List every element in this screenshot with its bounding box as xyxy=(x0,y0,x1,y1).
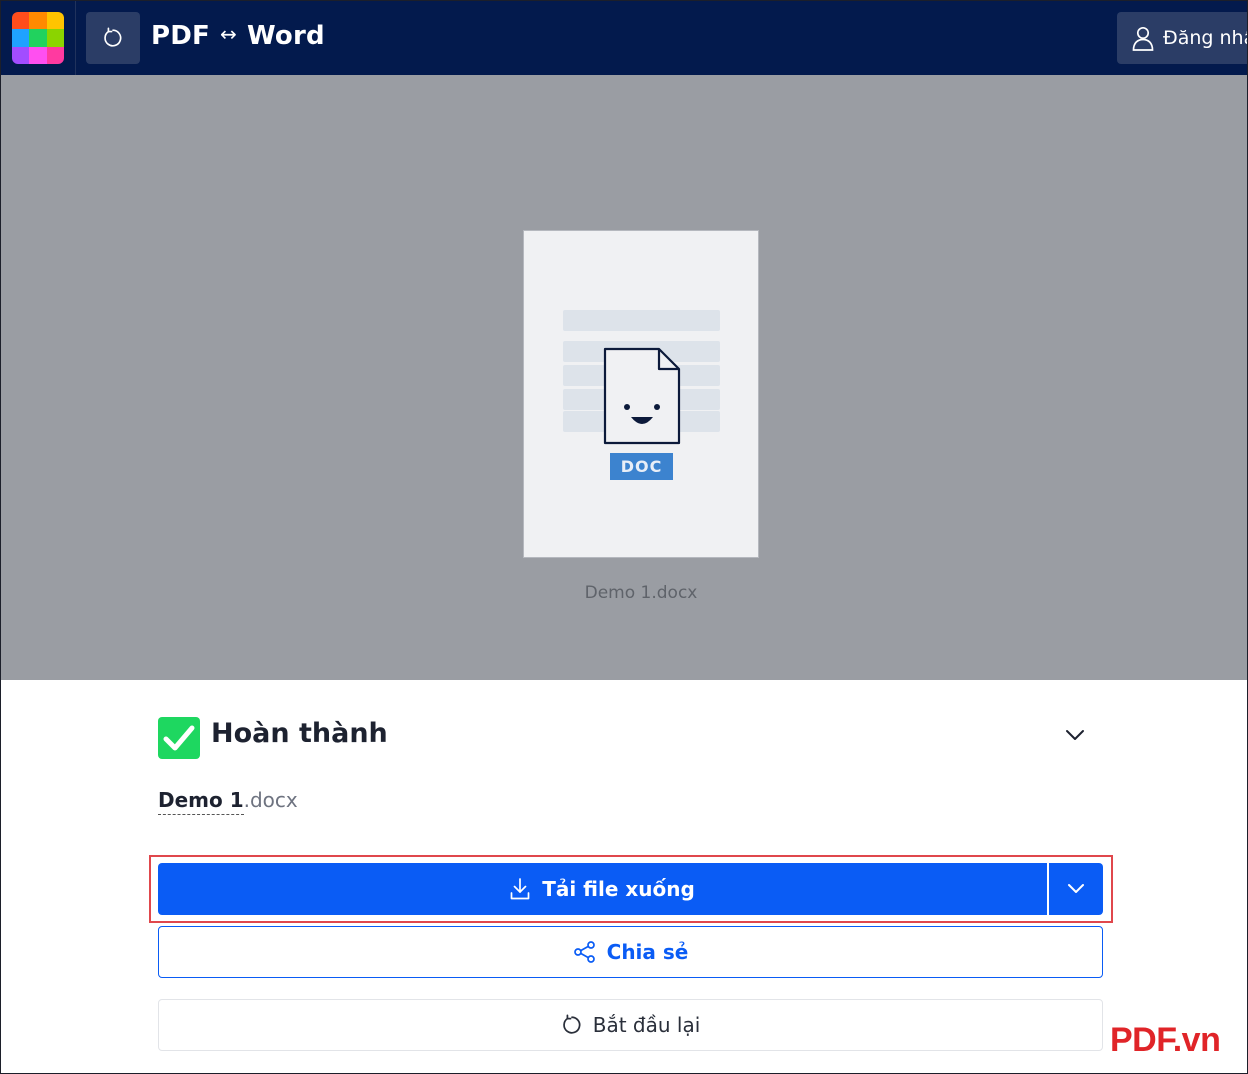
title-to: Word xyxy=(246,21,325,51)
app-logo[interactable] xyxy=(12,12,64,64)
share-icon xyxy=(573,941,595,963)
app-window: PDF ↔ Word Đăng nhập DOC xyxy=(0,0,1248,1074)
download-button[interactable]: Tải file xuống xyxy=(158,863,1047,915)
output-filename[interactable]: Demo 1.docx xyxy=(158,788,298,815)
share-label: Chia sẻ xyxy=(606,940,689,964)
back-button[interactable] xyxy=(86,12,140,64)
restart-button[interactable]: Bắt đầu lại xyxy=(158,999,1103,1051)
top-bar: PDF ↔ Word Đăng nhập xyxy=(1,1,1247,75)
watermark-logo: PDF.vn xyxy=(1110,1021,1221,1059)
logo-tile xyxy=(29,29,47,47)
download-label: Tải file xuống xyxy=(542,877,695,901)
logo-tile xyxy=(29,12,47,30)
page-title: PDF ↔ Word xyxy=(151,21,325,51)
download-options-button[interactable] xyxy=(1049,863,1103,915)
logo-tile xyxy=(12,29,30,47)
status-title: Hoàn thành xyxy=(211,718,388,749)
result-panel: Hoàn thành Demo 1.docx Tải file xuống Ch… xyxy=(1,680,1247,1073)
download-icon xyxy=(510,878,530,900)
header-divider xyxy=(75,1,76,75)
title-arrow: ↔ xyxy=(220,22,237,46)
restart-icon xyxy=(562,1014,581,1034)
restart-label: Bắt đầu lại xyxy=(592,1013,701,1037)
logo-tile xyxy=(29,46,47,64)
undo-icon xyxy=(104,27,122,47)
title-from: PDF xyxy=(151,21,210,51)
success-check-icon xyxy=(158,717,200,759)
logo-tile xyxy=(46,12,64,30)
chevron-down-icon[interactable] xyxy=(1064,728,1086,742)
file-preview-area: DOC Demo 1.docx xyxy=(1,75,1247,680)
logo-tile xyxy=(46,29,64,47)
doc-type-badge: DOC xyxy=(610,453,673,480)
logo-tile xyxy=(12,46,30,64)
login-label: Đăng nhập xyxy=(1163,27,1247,49)
smiling-document-icon xyxy=(603,347,681,445)
share-button[interactable]: Chia sẻ xyxy=(158,926,1103,978)
document-thumbnail: DOC xyxy=(523,230,759,558)
user-icon xyxy=(1132,26,1154,51)
filename-base[interactable]: Demo 1 xyxy=(158,788,244,815)
chevron-down-icon xyxy=(1068,884,1084,893)
logo-tile xyxy=(46,46,64,64)
doc-line-decoration xyxy=(563,310,720,331)
filename-extension: .docx xyxy=(243,788,298,812)
logo-tile xyxy=(12,12,30,30)
preview-filename: Demo 1.docx xyxy=(584,583,698,603)
login-button[interactable]: Đăng nhập xyxy=(1117,12,1247,64)
